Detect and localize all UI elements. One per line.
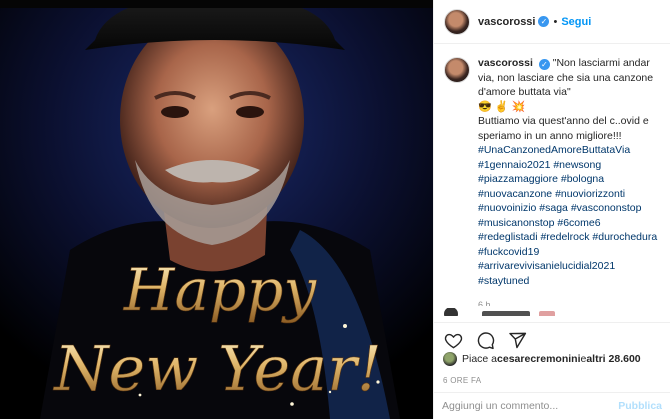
hashtag-line[interactable]: #nuovoinizio #saga #vascononstop	[478, 201, 662, 216]
likes-summary: Piace a cesarecremonini e altri 28.600	[443, 352, 641, 366]
hashtag-line[interactable]: #musicanonstop #6come6	[478, 216, 662, 231]
caption: vascorossi ✓ "Non lasciarmi andar via, n…	[444, 56, 662, 306]
post-side-panel: vascorossi ✓ • Segui vascorossi ✓ "Non l…	[433, 0, 670, 419]
action-bar	[434, 322, 670, 352]
follow-button[interactable]: Segui	[561, 16, 591, 28]
happy-new-year-photo: Happy New Year!	[0, 0, 433, 419]
comment-input[interactable]	[442, 400, 619, 412]
post-image[interactable]: Happy New Year!	[0, 0, 433, 419]
caption-body: Buttiamo via quest'anno del c..ovid e sp…	[478, 115, 649, 142]
separator-dot: •	[553, 15, 558, 28]
hashtag-line[interactable]: #fuckcovid19	[478, 245, 662, 260]
verified-badge-icon: ✓	[538, 59, 550, 70]
hashtag-line[interactable]: #arrivarevivisanielucidial2021	[478, 259, 662, 274]
next-comment-cut-off	[444, 308, 664, 316]
post-header: vascorossi ✓ • Segui	[434, 0, 670, 44]
heart-icon[interactable]	[442, 330, 464, 352]
liker-avatar[interactable]	[443, 352, 457, 366]
post-timestamp[interactable]: 6 ORE FA	[443, 376, 481, 385]
caption-username[interactable]: vascorossi	[478, 57, 533, 69]
happy-text: Happy	[123, 256, 317, 324]
hashtag-line[interactable]: #nuovacanzone #nuoviorizzonti	[478, 187, 662, 202]
hashtag-line[interactable]: #UnaCanzonedAmoreButtataVia	[478, 143, 662, 158]
caption-avatar[interactable]	[444, 57, 470, 83]
new-year-text: New Year!	[52, 332, 381, 405]
hashtag-line[interactable]: #piazzamaggiore #bologna	[478, 172, 662, 187]
avatar[interactable]	[444, 8, 470, 35]
likes-prefix: Piace a	[462, 353, 498, 365]
verified-badge-icon: ✓	[538, 16, 550, 27]
instagram-post: Happy New Year! vascorossi ✓ • Segui vas…	[0, 0, 670, 419]
liker-username[interactable]: cesarecremonini	[497, 353, 580, 365]
caption-emojis: 😎 ✌️ 💥	[478, 100, 526, 113]
hashtag-line[interactable]: #staytuned	[478, 274, 662, 289]
caption-time[interactable]: 6 h	[478, 298, 662, 306]
publish-button[interactable]: Pubblica	[618, 400, 662, 412]
comment-icon[interactable]	[474, 330, 496, 352]
username[interactable]: vascorossi	[478, 16, 535, 28]
share-icon[interactable]	[506, 330, 528, 352]
likes-count[interactable]: altri 28.600	[586, 353, 640, 365]
comments-area: vascorossi ✓ "Non lasciarmi andar via, n…	[444, 56, 662, 306]
hashtag-line[interactable]: #redeglistadi #redelrock #durochedura	[478, 230, 662, 245]
add-comment-bar: Pubblica	[434, 392, 670, 419]
hashtag-line[interactable]: #1gennaio2021 #newsong	[478, 158, 662, 173]
